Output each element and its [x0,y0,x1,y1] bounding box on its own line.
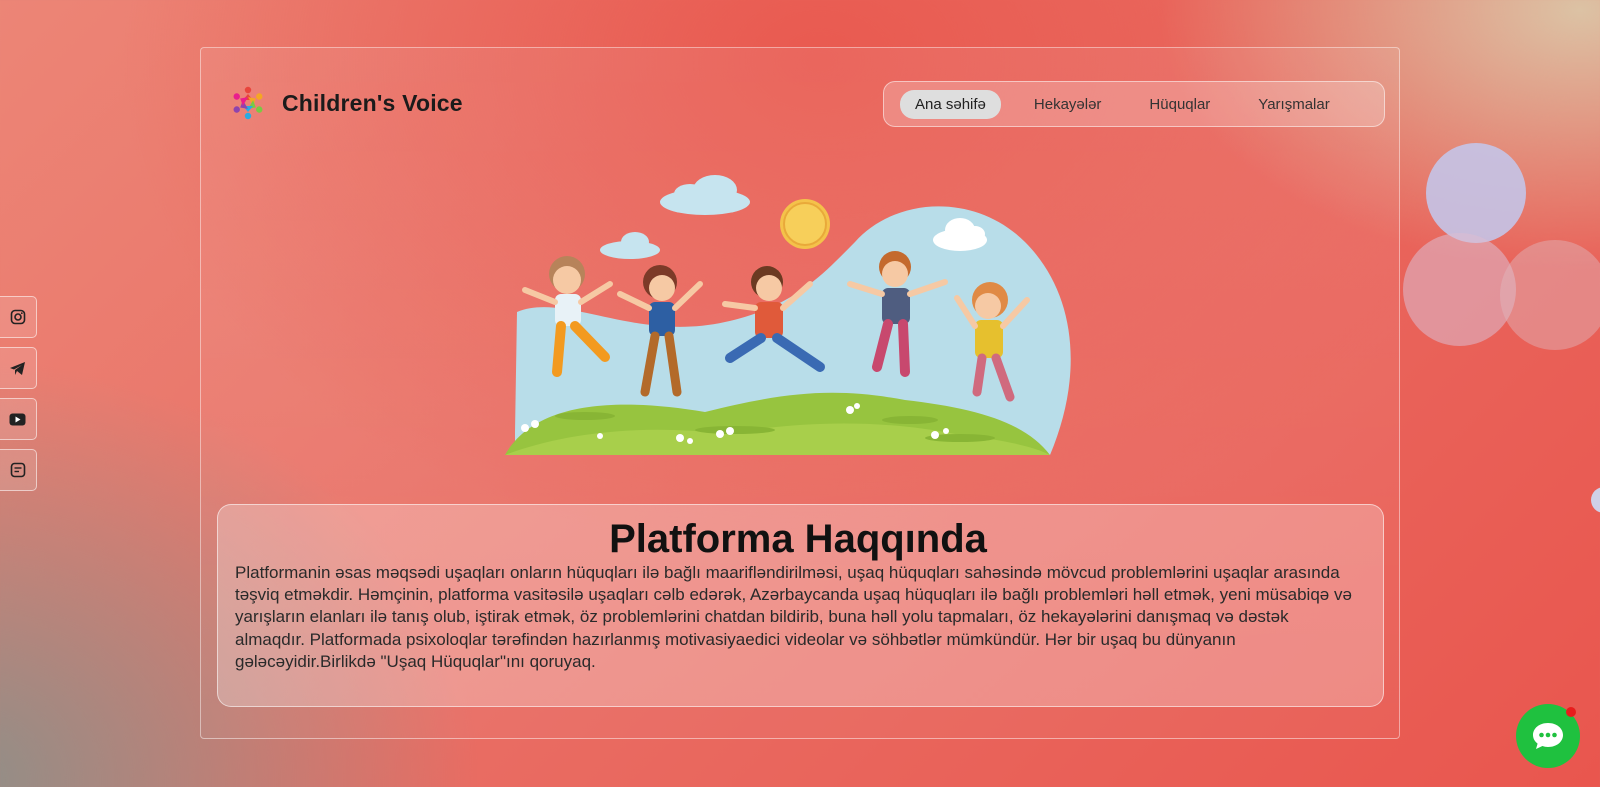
decorative-bubble [1500,240,1600,350]
decorative-bubble [1591,487,1600,513]
instagram-icon [10,309,25,325]
about-section: Platforma Haqqında Platformanin əsas məq… [217,504,1384,707]
chat-bubble-icon [1533,723,1563,749]
youtube-icon [9,413,26,425]
decorative-bubble [1426,143,1526,243]
instagram-link[interactable] [0,296,37,338]
telegram-icon [10,361,25,375]
nav-item-competitions[interactable]: Yarışmalar [1243,90,1344,119]
brand[interactable]: Children's Voice [230,83,463,123]
message-icon [10,462,25,478]
nav-item-home[interactable]: Ana səhifə [900,89,1001,119]
nav-item-rights[interactable]: Hüquqlar [1134,90,1225,119]
jumping-children-illustration [505,175,1071,455]
youtube-link[interactable] [0,398,37,440]
nav-item-stories[interactable]: Hekayələr [1019,90,1117,119]
about-text: Platformanin əsas məqsədi uşaqları onlar… [235,563,1352,671]
people-circle-logo-icon [233,86,263,120]
about-title: Platforma Haqqında [609,517,987,561]
message-link[interactable] [0,449,37,491]
notification-dot [1566,707,1576,717]
brand-name: Children's Voice [282,89,463,116]
main-nav: Ana səhifə Hekayələr Hüquqlar Yarışmalar [883,81,1385,127]
telegram-link[interactable] [0,347,37,389]
decorative-bubble [1403,233,1516,346]
